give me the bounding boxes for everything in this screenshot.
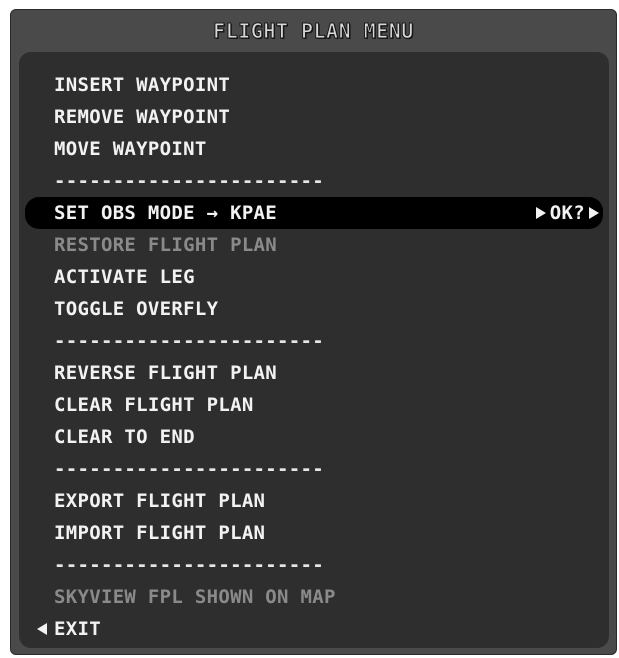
triangle-right-icon: [535, 207, 546, 219]
menu-item-insert-waypoint[interactable]: INSERT WAYPOINT: [19, 69, 609, 101]
triangle-right-icon: [589, 207, 599, 219]
menu-separator: -----------------------: [19, 165, 609, 197]
flight-plan-menu-window: FLIGHT PLAN MENU INSERT WAYPOINT REMOVE …: [10, 9, 617, 655]
menu-item-clear-to-end[interactable]: CLEAR TO END: [19, 421, 609, 453]
menu-item-toggle-overfly[interactable]: TOGGLE OVERFLY: [19, 293, 609, 325]
menu-item-activate-leg[interactable]: ACTIVATE LEG: [19, 261, 609, 293]
menu-item-label: CLEAR FLIGHT PLAN: [54, 394, 254, 416]
menu-title: FLIGHT PLAN MENU: [213, 19, 414, 44]
separator-dashes: -----------------------: [54, 458, 324, 480]
menu-separator: -----------------------: [19, 325, 609, 357]
confirm-label: OK?: [549, 202, 585, 224]
title-bar: FLIGHT PLAN MENU: [11, 10, 616, 52]
menu-separator: -----------------------: [19, 453, 609, 485]
menu-item-label: CLEAR TO END: [54, 426, 195, 448]
menu-item-label: EXIT: [54, 618, 101, 640]
menu-item-label: TOGGLE OVERFLY: [54, 298, 219, 320]
menu-item-restore-flight-plan: RESTORE FLIGHT PLAN: [19, 229, 609, 261]
menu-item-label: IMPORT FLIGHT PLAN: [54, 522, 266, 544]
menu-panel: INSERT WAYPOINT REMOVE WAYPOINT MOVE WAY…: [19, 52, 609, 648]
menu-item-label: ACTIVATE LEG: [54, 266, 195, 288]
menu-item-label: RESTORE FLIGHT PLAN: [54, 234, 278, 256]
menu-item-remove-waypoint[interactable]: REMOVE WAYPOINT: [19, 101, 609, 133]
menu-list: INSERT WAYPOINT REMOVE WAYPOINT MOVE WAY…: [19, 69, 609, 645]
separator-dashes: -----------------------: [54, 330, 324, 352]
menu-item-label: EXPORT FLIGHT PLAN: [54, 490, 266, 512]
menu-item-clear-flight-plan[interactable]: CLEAR FLIGHT PLAN: [19, 389, 609, 421]
menu-item-label: SKYVIEW FPL SHOWN ON MAP: [54, 586, 336, 608]
triangle-left-icon: [37, 623, 47, 635]
menu-item-reverse-flight-plan[interactable]: REVERSE FLIGHT PLAN: [19, 357, 609, 389]
menu-item-import-flight-plan[interactable]: IMPORT FLIGHT PLAN: [19, 517, 609, 549]
menu-item-export-flight-plan[interactable]: EXPORT FLIGHT PLAN: [19, 485, 609, 517]
menu-item-label: REVERSE FLIGHT PLAN: [54, 362, 278, 384]
menu-item-move-waypoint[interactable]: MOVE WAYPOINT: [19, 133, 609, 165]
menu-separator: -----------------------: [19, 549, 609, 581]
menu-item-set-obs-mode[interactable]: SET OBS MODE → KPAE OK?: [25, 197, 603, 229]
separator-dashes: -----------------------: [54, 170, 324, 192]
menu-item-label: MOVE WAYPOINT: [54, 138, 207, 160]
separator-dashes: -----------------------: [54, 554, 324, 576]
menu-item-label: SET OBS MODE → KPAE: [54, 202, 278, 224]
menu-item-skyview-fpl-shown-on-map: SKYVIEW FPL SHOWN ON MAP: [19, 581, 609, 613]
menu-item-exit[interactable]: EXIT: [19, 613, 609, 645]
menu-item-label: REMOVE WAYPOINT: [54, 106, 231, 128]
confirm-prompt[interactable]: OK?: [535, 202, 599, 224]
menu-item-label: INSERT WAYPOINT: [54, 74, 231, 96]
